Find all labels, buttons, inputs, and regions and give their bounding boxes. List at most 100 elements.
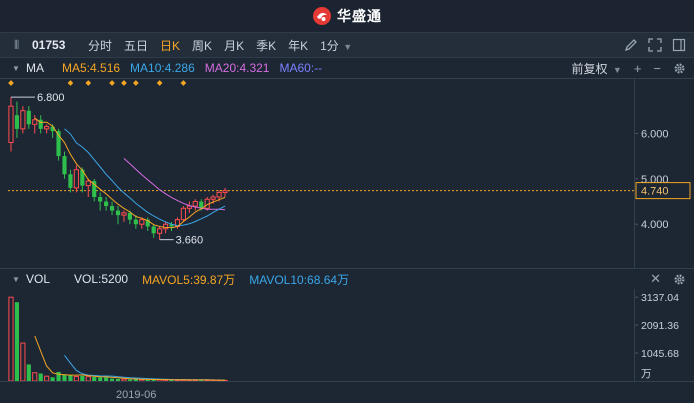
gear-icon[interactable] xyxy=(673,273,686,286)
tab-period-label: 五日 xyxy=(124,38,149,53)
tab-period-0[interactable]: 分时 xyxy=(82,37,118,54)
stock-code: 01753 xyxy=(32,38,66,52)
date-label: 2019-06 xyxy=(116,389,157,401)
volume-bar xyxy=(56,371,61,381)
gear-icon[interactable] xyxy=(673,62,686,75)
low-annotation-label: 3.660 xyxy=(176,235,204,247)
candle-body xyxy=(121,212,127,216)
candle-body xyxy=(127,212,132,220)
price-chart[interactable]: 6.000 5.000 4.000 4.740 6.800 3.660 xyxy=(0,78,694,268)
volume-chart[interactable]: 3137.04 2091.36 1045.68 万 xyxy=(0,289,694,382)
tab-period-2[interactable]: 日K xyxy=(154,37,186,54)
sidebar-toggle-icon[interactable] xyxy=(672,38,686,52)
volume-tick-label: 1045.68 xyxy=(641,348,679,360)
tab-period-label: 季K xyxy=(256,38,277,53)
tab-period-label: 年K xyxy=(288,38,309,53)
app-name: 华盛通 xyxy=(337,8,382,24)
volume-tick-label: 3137.04 xyxy=(641,292,679,304)
high-annotation-label: 6.800 xyxy=(37,92,65,104)
volume-bar-chart[interactable]: 3137.04 2091.36 1045.68 万 xyxy=(0,289,694,382)
candle-body xyxy=(115,210,121,216)
candle-body xyxy=(180,207,186,221)
tab-period-3[interactable]: 周K xyxy=(186,37,218,54)
event-marker-icon xyxy=(180,80,187,86)
chart-toolbar: ⦀ 01753 分时 五日 日K 周K 月K 季K 年K 1分 ▼ xyxy=(0,32,694,58)
candle-body xyxy=(8,105,14,143)
candle-body xyxy=(73,169,79,189)
candle-body xyxy=(104,201,109,207)
current-price-label: 4.740 xyxy=(641,186,669,198)
tab-period-label: 日K xyxy=(160,38,181,53)
candle-body xyxy=(62,156,67,175)
candle-body xyxy=(44,126,50,130)
chevron-down-icon: ▼ xyxy=(612,64,622,75)
volume-bar xyxy=(26,364,31,381)
candlestick-chart[interactable]: 6.0005.0004.0004.7406.8003.660 xyxy=(0,78,694,268)
ma5-label: MA5:4.516 xyxy=(62,61,121,75)
tab-period-6[interactable]: 年K xyxy=(282,37,314,54)
adjust-select-label: 前复权 xyxy=(571,61,608,76)
event-marker-icon xyxy=(67,80,74,86)
event-marker-icon xyxy=(85,80,92,86)
ma60-label: MA60:-- xyxy=(279,61,323,75)
candle-body xyxy=(133,219,138,225)
title-bar: 华盛通 xyxy=(0,0,694,32)
candle-body xyxy=(32,119,38,125)
event-marker-icon xyxy=(133,80,139,86)
tab-period-5[interactable]: 季K xyxy=(250,37,282,54)
volume-unit-label: 万 xyxy=(641,368,652,380)
brand: 华盛通 xyxy=(312,6,382,26)
event-marker-icon xyxy=(109,80,115,86)
volume-bar xyxy=(32,372,38,382)
mavol5-label: MAVOL5:39.87万 xyxy=(142,272,236,287)
volume-panel-label: VOL xyxy=(26,272,51,286)
tab-period-7[interactable]: 1分 ▼ xyxy=(314,37,358,54)
ma10-label: MA10:4.286 xyxy=(130,61,195,75)
event-marker-icon xyxy=(156,80,163,86)
chevron-down-icon: ▼ xyxy=(340,41,353,52)
pencil-icon[interactable] xyxy=(624,38,638,52)
candle-body xyxy=(98,196,103,202)
tab-period-label: 月K xyxy=(224,38,245,53)
ma20-line xyxy=(123,158,226,211)
collapse-icon[interactable]: ▼ xyxy=(12,275,26,284)
candle-body xyxy=(14,115,19,129)
event-marker-icon xyxy=(8,80,14,86)
volume-bar xyxy=(8,296,14,382)
drag-handle-icon[interactable]: ⦀ xyxy=(14,38,24,53)
tab-period-label: 分时 xyxy=(88,38,113,53)
price-panel-header: ▼ MA MA5:4.516 MA10:4.286 MA20:4.321 MA6… xyxy=(0,58,694,78)
app-logo-icon xyxy=(313,7,331,25)
minus-icon[interactable]: − xyxy=(653,61,661,76)
price-tick-label: 6.000 xyxy=(641,128,669,140)
candle-body xyxy=(139,219,145,225)
price-tick-label: 4.000 xyxy=(641,219,669,231)
tab-period-label: 1分 xyxy=(320,38,339,53)
tab-period-label: 周K xyxy=(192,38,213,53)
volume-bar xyxy=(14,302,19,381)
price-axis-separator xyxy=(634,78,635,268)
volume-axis-separator xyxy=(634,289,635,381)
adjust-select[interactable]: 前复权 ▼ xyxy=(572,60,622,77)
candle-body xyxy=(109,206,115,211)
collapse-icon[interactable]: ▼ xyxy=(12,64,26,73)
tab-period-1[interactable]: 五日 xyxy=(118,37,154,54)
candle-body xyxy=(151,226,156,234)
candle-body xyxy=(222,190,228,193)
mavol5-line xyxy=(34,335,226,381)
volume-panel-actions: ✕ xyxy=(650,269,686,289)
plus-icon[interactable]: + xyxy=(634,61,642,76)
tab-period-4[interactable]: 月K xyxy=(218,37,250,54)
date-axis: 2019-06 xyxy=(0,381,694,403)
price-panel-label: MA xyxy=(26,61,44,75)
fullscreen-icon[interactable] xyxy=(648,38,662,52)
volume-bar xyxy=(38,373,43,381)
candle-body xyxy=(192,201,198,207)
close-icon[interactable]: ✕ xyxy=(650,271,661,287)
ma20-label: MA20:4.321 xyxy=(204,61,270,75)
candle-body xyxy=(20,110,26,130)
volume-tick-label: 2091.36 xyxy=(641,320,679,332)
volume-panel-header: ▼ VOL VOL:5200 MAVOL5:39.87万 MAVOL10:68.… xyxy=(0,269,694,289)
candle-body xyxy=(157,228,163,234)
vol-value-label: VOL:5200 xyxy=(74,272,129,286)
